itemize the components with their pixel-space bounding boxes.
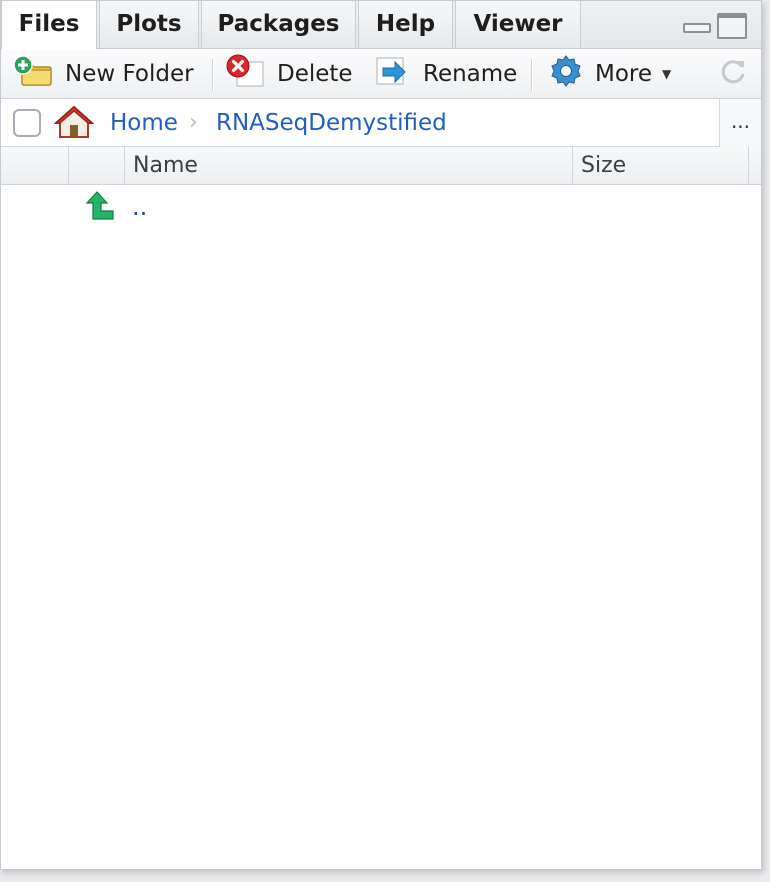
tab-help[interactable]: Help: [358, 1, 453, 49]
gear-icon: [549, 54, 583, 94]
home-icon[interactable]: [53, 105, 95, 143]
refresh-icon: [717, 55, 749, 93]
toolbar-divider: [212, 59, 213, 91]
rename-label: Rename: [423, 61, 518, 87]
delete-label: Delete: [277, 61, 353, 87]
folder-plus-icon: [13, 55, 53, 93]
name-column-header[interactable]: Name: [125, 147, 573, 185]
breadcrumb-current[interactable]: RNASeqDemystified: [216, 99, 447, 147]
files-pane: Files Plots Packages Help Viewer New Fol…: [0, 0, 762, 870]
rename-button[interactable]: Rename: [373, 49, 517, 99]
breadcrumb: Home › RNASeqDemystified ...: [1, 99, 761, 147]
chevron-down-icon: ▼: [662, 67, 672, 81]
table-row[interactable]: ..: [1, 187, 761, 231]
more-menu-button[interactable]: More ▼: [549, 49, 671, 99]
refresh-button[interactable]: [717, 49, 761, 99]
up-arrow-icon[interactable]: [83, 189, 115, 225]
tab-files[interactable]: Files: [1, 1, 97, 50]
delete-x-icon: [225, 54, 265, 94]
breadcrumb-home[interactable]: Home: [110, 99, 178, 147]
select-all-checkbox[interactable]: [13, 109, 41, 137]
tab-viewer[interactable]: Viewer: [455, 1, 581, 49]
checkbox-column-header: [1, 147, 69, 185]
delete-button[interactable]: Delete: [225, 49, 353, 99]
breadcrumb-overflow-button[interactable]: ...: [719, 99, 761, 147]
files-toolbar: New Folder Delete Rename More ▼: [1, 49, 761, 99]
tab-bar: Files Plots Packages Help Viewer: [1, 1, 761, 50]
more-label: More: [595, 61, 653, 87]
new-folder-button[interactable]: New Folder: [13, 49, 194, 99]
maximize-pane-button[interactable]: [717, 13, 747, 39]
tab-packages[interactable]: Packages: [201, 1, 356, 49]
rename-arrow-icon: [373, 54, 411, 94]
new-folder-label: New Folder: [65, 61, 194, 87]
icon-column-header: [69, 147, 125, 185]
size-column-header[interactable]: Size: [573, 147, 749, 185]
window-controls: [677, 13, 747, 39]
chevron-right-icon: ›: [189, 110, 198, 135]
file-table-header: Name Size: [1, 147, 761, 185]
parent-directory-link[interactable]: ..: [132, 191, 147, 223]
tab-plots[interactable]: Plots: [99, 1, 199, 49]
toolbar-divider: [531, 59, 532, 91]
minimize-pane-button[interactable]: [683, 23, 711, 33]
